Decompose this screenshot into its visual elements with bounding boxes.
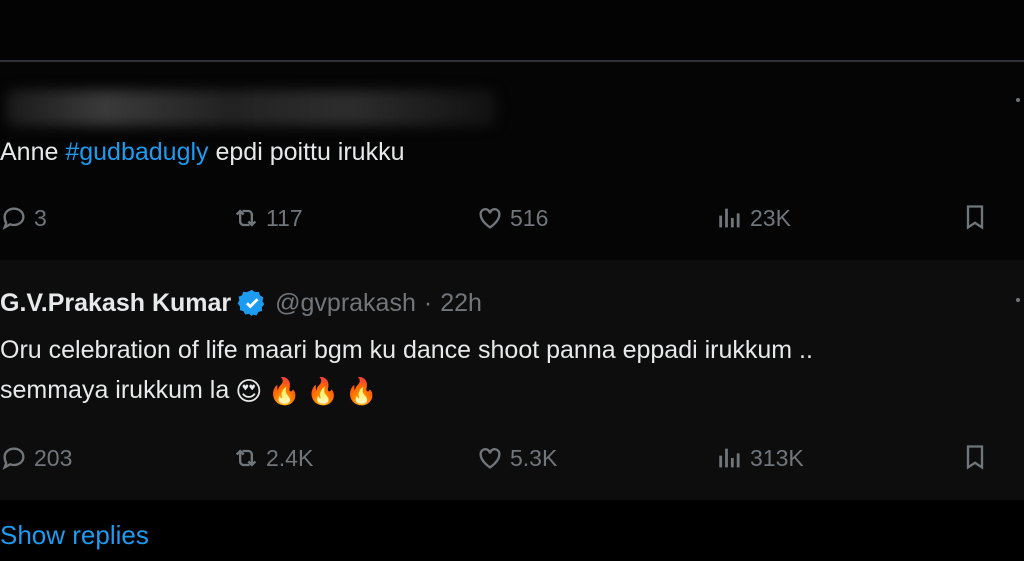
blurred-author-name (6, 90, 496, 126)
fire-emoji: 🔥 (268, 375, 301, 406)
show-replies-link[interactable]: Show replies (0, 520, 149, 551)
author-name[interactable]: G.V.Prakash Kumar (0, 289, 231, 318)
heart-eyes-emoji: 😍 (235, 375, 263, 406)
hashtag-link[interactable]: #gudbadugly (65, 138, 208, 166)
reply-button[interactable]: 203 (0, 443, 72, 473)
bookmark-icon[interactable] (961, 202, 989, 232)
views-button[interactable]: 23K (716, 203, 791, 233)
author-handle[interactable]: @gvprakash (275, 289, 416, 318)
like-button[interactable]: 516 (476, 203, 548, 233)
views-icon (719, 448, 740, 468)
retweet-icon (235, 209, 257, 227)
more-icon[interactable] (1014, 98, 1022, 106)
reply-button[interactable]: 3 (0, 203, 47, 233)
views-button[interactable]: 313K (716, 443, 804, 473)
retweet-button[interactable]: 117 (232, 203, 303, 233)
like-icon (479, 208, 501, 229)
tweet-2-line-2: semmaya irukkum la 😍 🔥 🔥 🔥 (0, 375, 378, 406)
tweet-1-text: Anne #gudbadugly epdi poittu irukku (0, 138, 405, 166)
timestamp[interactable]: 22h (440, 289, 482, 318)
fire-emoji: 🔥 (345, 375, 378, 406)
fire-emoji: 🔥 (306, 375, 340, 406)
like-icon (479, 448, 501, 469)
separator: · (423, 288, 433, 317)
more-icon[interactable] (1014, 298, 1022, 306)
top-bar (0, 0, 1024, 60)
views-icon (719, 208, 740, 228)
like-button[interactable]: 5.3K (476, 443, 557, 473)
tweet-2-header: G.V.Prakash Kumar @gvprakash · 22h (0, 288, 482, 318)
verified-badge-icon (237, 289, 265, 317)
retweet-icon (235, 449, 257, 467)
tweet-2-line-1: Oru celebration of life maari bgm ku dan… (0, 336, 813, 364)
reply-icon (2, 207, 25, 230)
retweet-button[interactable]: 2.4K (232, 443, 313, 473)
reply-icon (2, 447, 25, 470)
bookmark-icon[interactable] (961, 442, 989, 472)
